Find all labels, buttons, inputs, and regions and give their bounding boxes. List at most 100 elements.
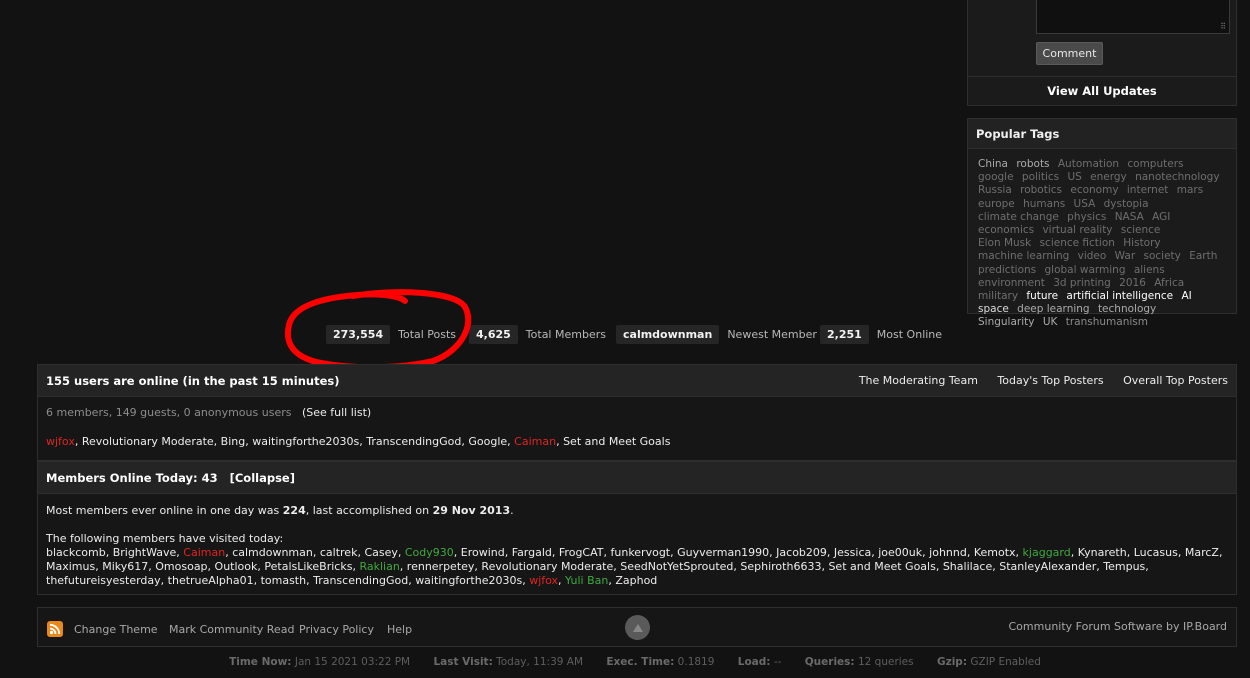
tag-link[interactable]: virtual reality [1042, 224, 1112, 236]
view-all-updates-link[interactable]: View All Updates [968, 84, 1236, 98]
tag-link[interactable]: USA [1074, 198, 1096, 210]
member-link[interactable]: Jessica [834, 546, 871, 559]
member-link[interactable]: FrogCAT [559, 546, 604, 559]
member-link[interactable]: Cody930 [405, 546, 454, 559]
tag-link[interactable]: europe [978, 198, 1015, 210]
member-link[interactable]: thefutureisyesterday [46, 574, 161, 587]
member-link[interactable]: tomasth [261, 574, 307, 587]
member-link[interactable]: Sephiroth6633 [740, 560, 821, 573]
member-link[interactable]: waitingforthe2030s [252, 435, 359, 448]
todays-top-posters-link[interactable]: Today's Top Posters [997, 374, 1103, 387]
member-link[interactable]: TranscendingGod [366, 435, 461, 448]
overall-top-posters-link[interactable]: Overall Top Posters [1123, 374, 1228, 387]
tag-link[interactable]: predictions [978, 264, 1036, 276]
tag-link[interactable]: google [978, 171, 1014, 183]
powered-by-link[interactable]: Community Forum Software by IP.Board [1009, 620, 1228, 633]
member-link[interactable]: Google [468, 435, 507, 448]
member-link[interactable]: Set and Meet Goals [563, 435, 670, 448]
tag-link[interactable]: History [1123, 237, 1160, 249]
tag-link[interactable]: humans [1023, 198, 1065, 210]
member-link[interactable]: Revolutionary Moderate [82, 435, 214, 448]
member-link[interactable]: waitingforthe2030s [415, 574, 522, 587]
member-link[interactable]: Jacob209 [776, 546, 827, 559]
tag-link[interactable]: Singularity [978, 316, 1034, 328]
tag-link[interactable]: politics [1022, 171, 1059, 183]
tag-link[interactable]: internet [1127, 184, 1169, 196]
member-link[interactable]: caltrek [320, 546, 358, 559]
tag-link[interactable]: nanotechnology [1135, 171, 1219, 183]
member-link[interactable]: TranscendingGod [313, 574, 408, 587]
help-link[interactable]: Help [387, 623, 412, 636]
member-link[interactable]: Miky617 [102, 560, 148, 573]
back-to-top-button[interactable] [625, 615, 650, 640]
moderating-team-link[interactable]: The Moderating Team [859, 374, 978, 387]
member-link[interactable]: johnnd [929, 546, 967, 559]
tag-link[interactable]: China [978, 158, 1008, 170]
tag-link[interactable]: military [978, 290, 1018, 302]
member-link[interactable]: Set and Meet Goals [828, 560, 935, 573]
tag-link[interactable]: science fiction [1040, 237, 1115, 249]
rss-icon[interactable] [47, 621, 63, 637]
tag-link[interactable]: climate change [978, 211, 1059, 223]
tag-link[interactable]: Automation [1058, 158, 1119, 170]
member-link[interactable]: joe00uk [878, 546, 922, 559]
tag-link[interactable]: Elon Musk [978, 237, 1031, 249]
member-link[interactable]: wjfox [529, 574, 558, 587]
member-link[interactable]: Fargald [512, 546, 552, 559]
tag-link[interactable]: Russia [978, 184, 1012, 196]
member-link[interactable]: Caiman [183, 546, 225, 559]
member-link[interactable]: calmdownman [232, 546, 313, 559]
tag-link[interactable]: energy [1090, 171, 1127, 183]
mark-community-read-link[interactable]: Mark Community Read [169, 623, 294, 636]
member-link[interactable]: blackcomb [46, 546, 106, 559]
tag-link[interactable]: War [1115, 250, 1135, 262]
collapse-link[interactable]: [Collapse] [230, 471, 295, 485]
tag-link[interactable]: society [1143, 250, 1180, 262]
tag-link[interactable]: aliens [1134, 264, 1165, 276]
member-link[interactable]: wjfox [46, 435, 75, 448]
member-link[interactable]: Raklian [359, 560, 399, 573]
tag-link[interactable]: Earth [1189, 250, 1217, 262]
member-link[interactable]: thetrueAlpha01 [168, 574, 254, 587]
tag-link[interactable]: dystopia [1104, 198, 1149, 210]
tag-link[interactable]: 2016 [1119, 277, 1146, 289]
member-link[interactable]: Shalilace [943, 560, 992, 573]
member-link[interactable]: Revolutionary Moderate [481, 560, 613, 573]
tag-link[interactable]: UK [1043, 316, 1058, 328]
tag-link[interactable]: physics [1067, 211, 1106, 223]
tag-link[interactable]: deep learning [1017, 303, 1089, 315]
member-link[interactable]: Guyverman1990 [677, 546, 769, 559]
member-link[interactable]: Zaphod [615, 574, 657, 587]
tag-link[interactable]: US [1067, 171, 1081, 183]
member-link[interactable]: Kemotx [974, 546, 1016, 559]
member-link[interactable]: PetalsLikeBricks [264, 560, 352, 573]
tag-link[interactable]: AGI [1152, 211, 1170, 223]
tag-link[interactable]: machine learning [978, 250, 1069, 262]
member-link[interactable]: Tempus [1103, 560, 1145, 573]
tag-link[interactable]: computers [1127, 158, 1183, 170]
member-link[interactable]: Erowind [461, 546, 505, 559]
comment-textarea[interactable]: ⠿ [1036, 0, 1230, 34]
tag-link[interactable]: artificial intelligence [1066, 290, 1173, 302]
see-full-list-link[interactable]: (See full list) [302, 406, 371, 419]
tag-link[interactable]: economics [978, 224, 1034, 236]
comment-button[interactable]: Comment [1036, 42, 1103, 65]
member-link[interactable]: Maximus [46, 560, 95, 573]
tag-link[interactable]: NASA [1115, 211, 1144, 223]
member-link[interactable]: BrightWave [113, 546, 177, 559]
member-link[interactable]: kjaggard [1023, 546, 1071, 559]
member-link[interactable]: MarcZ [1185, 546, 1219, 559]
member-link[interactable]: Caiman [514, 435, 556, 448]
change-theme-link[interactable]: Change Theme [74, 623, 158, 636]
tag-link[interactable]: science [1121, 224, 1161, 236]
member-link[interactable]: Outlook [215, 560, 258, 573]
tag-link[interactable]: video [1078, 250, 1107, 262]
member-link[interactable]: rennerpetey [407, 560, 475, 573]
member-link[interactable]: Lucasus [1134, 546, 1178, 559]
tag-link[interactable]: future [1026, 290, 1058, 302]
tag-link[interactable]: environment [978, 277, 1045, 289]
tag-link[interactable]: 3d printing [1053, 277, 1111, 289]
tag-link[interactable]: technology [1098, 303, 1156, 315]
member-link[interactable]: funkervogt [611, 546, 671, 559]
tag-link[interactable]: global warming [1045, 264, 1126, 276]
